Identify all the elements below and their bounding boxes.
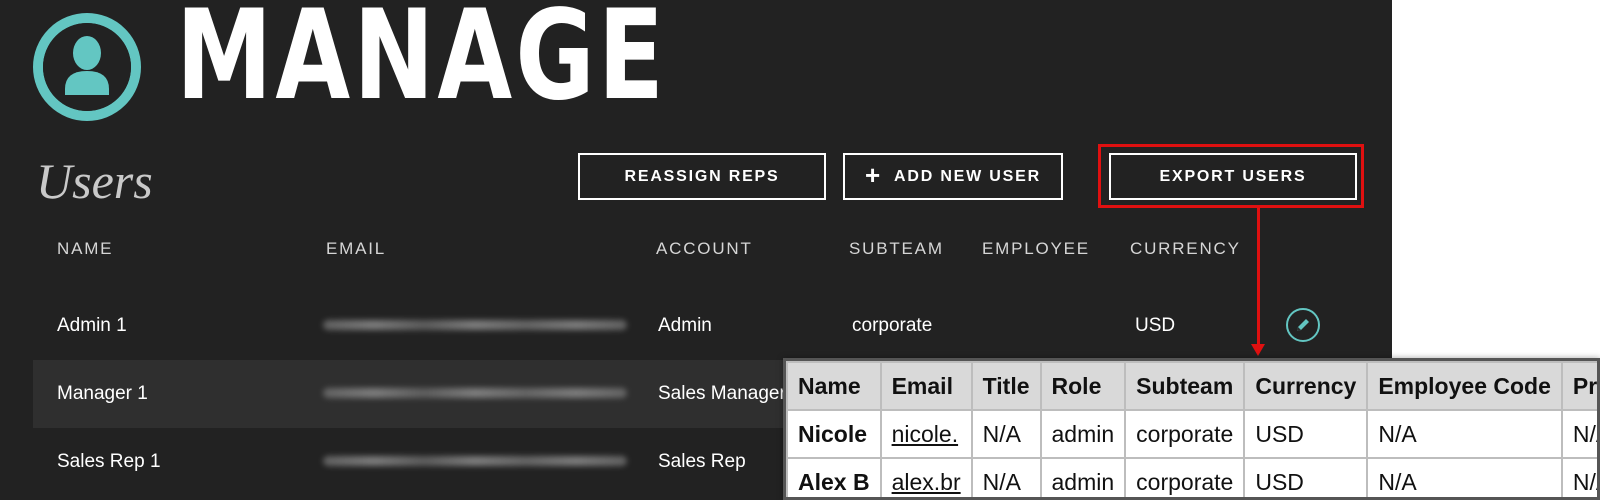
export-col-role: Role: [1039, 361, 1127, 411]
export-cell: corporate: [1124, 457, 1246, 497]
user-name: Manager 1: [57, 383, 148, 404]
export-cell: USD: [1243, 457, 1369, 497]
export-preview: Name Email Title Role Subteam Currency E…: [783, 358, 1600, 500]
column-header-name[interactable]: NAME: [57, 239, 113, 259]
callout-arrow-head: [1251, 344, 1265, 356]
export-cell: Nicole: [786, 409, 882, 459]
user-email-redacted: [323, 320, 627, 330]
export-cell: N/A: [1366, 409, 1563, 459]
export-cell: admin: [1039, 409, 1127, 459]
add-new-user-button[interactable]: + ADD NEW USER: [843, 153, 1063, 200]
export-header-row: Name Email Title Role Subteam Currency E…: [786, 361, 1597, 411]
column-header-subteam[interactable]: SUBTEAM: [849, 239, 944, 259]
export-col-pri: Pri: [1560, 361, 1597, 411]
export-col-employee-code: Employee Code: [1366, 361, 1563, 411]
callout-arrow: [1257, 208, 1260, 345]
user-account: Admin: [658, 315, 712, 336]
export-row: Nicole nicole. N/A admin corporate USD N…: [786, 409, 1597, 459]
export-cell: N/A: [970, 457, 1042, 497]
export-col-subteam: Subteam: [1124, 361, 1246, 411]
export-cell: Alex B: [786, 457, 882, 497]
export-col-name: Name: [786, 361, 882, 411]
column-header-email[interactable]: EMAIL: [326, 239, 386, 259]
export-cell: N/A: [1560, 409, 1597, 459]
app-title: MANAGE: [176, 0, 668, 128]
page-title: Users: [36, 153, 153, 209]
export-cell: N/A: [1366, 457, 1563, 497]
export-row: Alex B alex.br N/A admin corporate USD N…: [786, 457, 1597, 497]
export-cell: admin: [1039, 457, 1127, 497]
export-col-email: Email: [879, 361, 973, 411]
user-email-redacted: [323, 388, 627, 398]
export-cell-email[interactable]: nicole.: [879, 409, 973, 459]
user-email-redacted: [323, 456, 627, 466]
reassign-reps-label: REASSIGN REPS: [624, 167, 780, 185]
add-new-user-label: ADD NEW USER: [894, 167, 1041, 185]
export-highlight-box: [1098, 144, 1364, 208]
user-avatar-icon: [33, 13, 141, 121]
table-row[interactable]: [33, 292, 1392, 360]
export-cell: N/A: [970, 409, 1042, 459]
user-currency: USD: [1135, 315, 1176, 336]
user-account: Sales Rep: [658, 451, 746, 472]
export-cell: corporate: [1124, 409, 1246, 459]
column-header-account[interactable]: ACCOUNT: [656, 239, 753, 259]
export-cell: USD: [1243, 409, 1369, 459]
export-col-title: Title: [970, 361, 1042, 411]
export-table: Name Email Title Role Subteam Currency E…: [786, 361, 1597, 497]
pencil-icon[interactable]: [1286, 308, 1320, 342]
reassign-reps-button[interactable]: REASSIGN REPS: [578, 153, 826, 200]
column-header-employee[interactable]: EMPLOYEE: [982, 239, 1090, 259]
export-col-currency: Currency: [1243, 361, 1369, 411]
user-account: Sales Manager: [658, 383, 786, 404]
export-cell-email[interactable]: alex.br: [879, 457, 973, 497]
user-subteam: corporate: [852, 315, 933, 336]
export-cell: N/A: [1560, 457, 1597, 497]
user-name: Admin 1: [57, 315, 127, 336]
user-name: Sales Rep 1: [57, 451, 161, 472]
column-header-currency[interactable]: CURRENCY: [1130, 239, 1241, 259]
plus-icon: +: [865, 160, 883, 190]
